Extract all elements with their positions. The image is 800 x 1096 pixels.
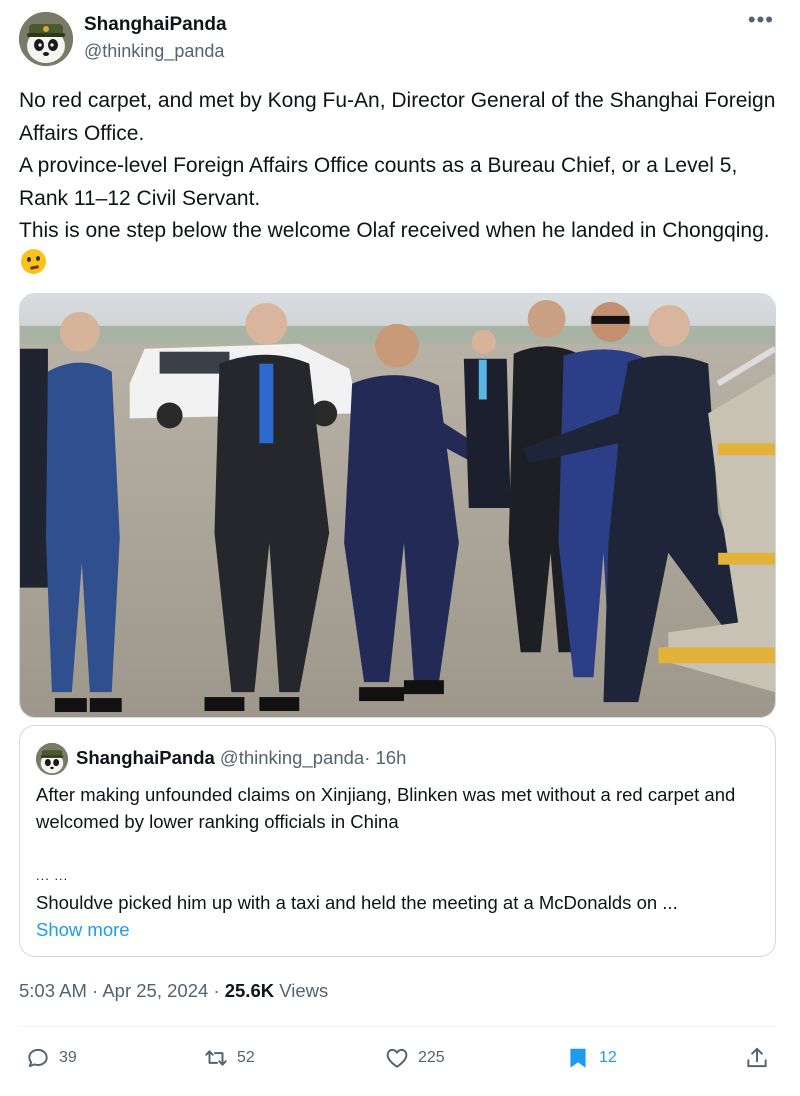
tweet-photo[interactable] bbox=[19, 293, 776, 718]
quoted-tweet[interactable]: ShanghaiPanda @thinking_panda· 16h After… bbox=[19, 725, 776, 957]
author-handle[interactable]: @thinking_panda bbox=[84, 41, 224, 62]
separator-dot: · bbox=[213, 980, 220, 1001]
quoted-text-line: Shouldve picked him up with a taxi and h… bbox=[36, 892, 678, 913]
retweet-button[interactable]: 52 bbox=[203, 1043, 255, 1073]
share-button[interactable] bbox=[744, 1043, 770, 1073]
separator-dot: · bbox=[92, 980, 99, 1001]
retweet-icon bbox=[205, 1050, 227, 1066]
tweet-meta: 5:03 AM · Apr 25, 2024 · 25.6K Views bbox=[19, 980, 328, 1002]
author-name[interactable]: ShanghaiPanda bbox=[84, 14, 227, 36]
retweet-count: 52 bbox=[237, 1049, 255, 1066]
quoted-author-avatar bbox=[36, 743, 68, 775]
author-avatar[interactable] bbox=[19, 12, 73, 66]
reply-icon bbox=[28, 1048, 48, 1068]
panda-avatar-image bbox=[19, 12, 73, 66]
reply-button[interactable]: 39 bbox=[25, 1043, 77, 1073]
quoted-author-name: ShanghaiPanda bbox=[76, 747, 215, 768]
like-button[interactable]: 225 bbox=[384, 1043, 445, 1073]
quoted-timestamp: 16h bbox=[375, 747, 407, 768]
views-count: 25.6K bbox=[224, 980, 275, 1001]
thinking-face-emoji bbox=[21, 248, 46, 274]
airport-welcome-photo bbox=[20, 294, 775, 717]
quoted-ellipsis: ... ... bbox=[36, 868, 69, 883]
bookmark-filled-icon bbox=[570, 1048, 586, 1068]
bookmark-count: 12 bbox=[599, 1049, 617, 1066]
quoted-text-line: After making unfounded claims on Xinjian… bbox=[36, 784, 736, 832]
views-label: Views bbox=[279, 980, 329, 1001]
divider bbox=[19, 1026, 776, 1027]
quoted-body: After making unfounded claims on Xinjian… bbox=[36, 781, 761, 943]
show-more-link[interactable]: Show more bbox=[36, 916, 761, 943]
tweet-time[interactable]: 5:03 AM bbox=[19, 980, 87, 1001]
tweet-text: No red carpet, and met by Kong Fu-An, Di… bbox=[19, 85, 789, 280]
separator-dot: · bbox=[364, 747, 371, 768]
heart-icon bbox=[386, 1048, 408, 1068]
like-count: 225 bbox=[418, 1049, 445, 1066]
more-options-icon[interactable]: ••• bbox=[748, 9, 774, 31]
tweet-line: This is one step below the welcome Olaf … bbox=[19, 215, 789, 280]
tweet-line: A province-level Foreign Affairs Office … bbox=[19, 154, 738, 210]
quoted-header: ShanghaiPanda @thinking_panda· 16h bbox=[76, 747, 406, 769]
bookmark-button[interactable]: 12 bbox=[565, 1043, 617, 1073]
quoted-author-handle: @thinking_panda bbox=[219, 747, 365, 768]
tweet-line: No red carpet, and met by Kong Fu-An, Di… bbox=[19, 89, 776, 145]
share-icon bbox=[747, 1047, 767, 1068]
tweet-date[interactable]: Apr 25, 2024 bbox=[102, 980, 208, 1001]
reply-count: 39 bbox=[59, 1049, 77, 1066]
panda-avatar-image bbox=[36, 743, 68, 775]
tweet-line-text: This is one step below the welcome Olaf … bbox=[19, 219, 770, 242]
